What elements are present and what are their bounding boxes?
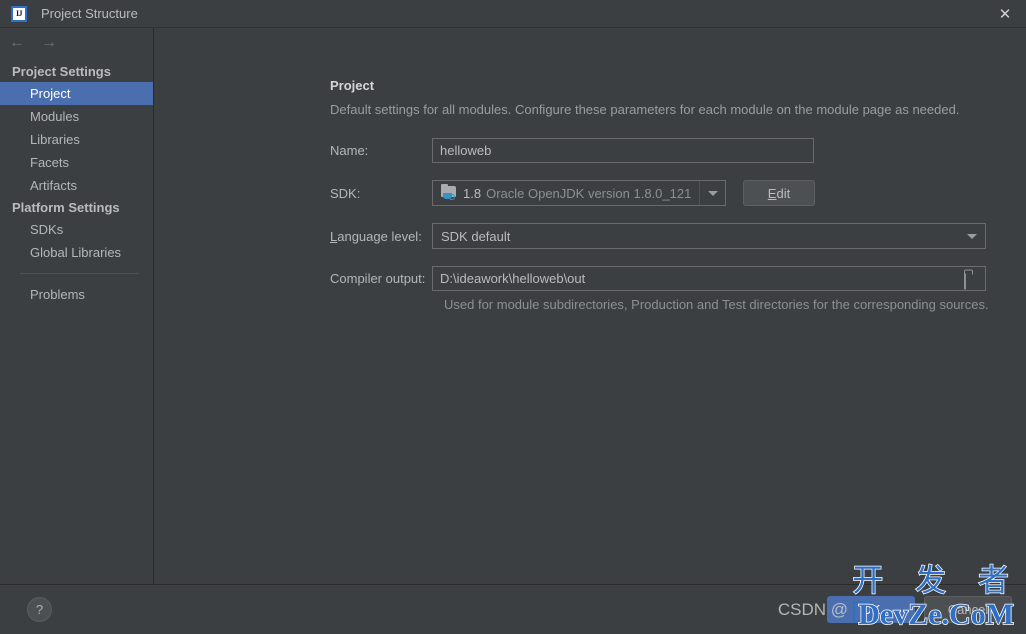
sdk-description-label: Oracle OpenJDK version 1.8.0_121 [486, 185, 692, 201]
sidebar-item-libraries[interactable]: Libraries [0, 128, 153, 151]
sidebar-item-facets[interactable]: Facets [0, 151, 153, 174]
project-settings-panel: Project Default settings for all modules… [154, 78, 1026, 312]
project-sdk-label: SDK: [330, 185, 361, 201]
compiler-output-input[interactable]: D:\ideawork\helloweb\out [432, 266, 986, 291]
language-level-label-rest: anguage level: [337, 228, 422, 244]
edit-button-mnemonic: E [767, 185, 777, 201]
help-button[interactable]: ? [27, 597, 52, 622]
sidebar-item-project[interactable]: Project [0, 82, 153, 105]
ok-button[interactable]: OK [827, 596, 915, 623]
sidebar-list: Project Settings Project Modules Librari… [0, 58, 153, 306]
page-description: Default settings for all modules. Config… [330, 102, 960, 117]
sidebar-item-sdks[interactable]: SDKs [0, 218, 153, 241]
project-name-row: Name: helloweb [330, 138, 1026, 163]
close-icon[interactable]: ✕ [984, 0, 1026, 28]
compiler-output-row: Compiler output: D:\ideawork\helloweb\ou… [330, 266, 1026, 291]
intellij-idea-logo-icon: IJ [11, 5, 27, 22]
compiler-output-value: D:\ideawork\helloweb\out [440, 271, 586, 286]
chevron-down-icon[interactable] [959, 224, 985, 248]
compiler-output-hint: Used for module subdirectories, Producti… [444, 297, 989, 312]
sidebar-divider [20, 273, 139, 274]
project-name-input[interactable]: helloweb [432, 138, 814, 163]
page-title: Project [330, 78, 375, 93]
project-name-label: Name: [330, 143, 369, 158]
sidebar-item-problems[interactable]: Problems [0, 283, 153, 306]
language-level-combobox[interactable]: SDK default [432, 223, 986, 249]
sidebar-item-global-libraries[interactable]: Global Libraries [0, 241, 153, 264]
edit-button-label: dit [776, 185, 791, 201]
dialog-footer: ? OK Cancel [0, 584, 1026, 634]
dialog-body: ← → Project Settings Project Modules Lib… [0, 28, 1026, 584]
project-structure-dialog: IJ Project Structure ✕ ← → Project Setti… [0, 0, 1026, 634]
sidebar-section-project-settings: Project Settings [12, 64, 111, 79]
arrow-right-icon[interactable]: → [41, 35, 57, 51]
language-level-label: Language level: [330, 229, 432, 244]
language-level-value: SDK default [441, 228, 511, 244]
sidebar-section-platform-settings: Platform Settings [12, 200, 120, 215]
window-title: Project Structure [41, 6, 138, 21]
footer-button-group: OK Cancel [827, 596, 1012, 623]
cancel-button[interactable]: Cancel [924, 596, 1012, 623]
chevron-down-icon[interactable] [699, 181, 725, 205]
project-sdk-row: SDK: 1.8 Oracle OpenJDK version 1.8.0_12… [330, 180, 1026, 206]
logo-text: IJ [15, 9, 23, 18]
sdk-edit-button[interactable]: Edit [743, 180, 815, 206]
sdk-version-label: 1.8 [463, 185, 482, 201]
sidebar-item-modules[interactable]: Modules [0, 105, 153, 128]
settings-content: Project Default settings for all modules… [154, 28, 1026, 584]
folder-browse-icon[interactable] [964, 273, 978, 289]
compiler-output-label: Compiler output: [330, 271, 426, 286]
title-bar: IJ Project Structure ✕ [0, 0, 1026, 28]
jdk-icon [441, 183, 457, 201]
arrow-left-icon[interactable]: ← [9, 35, 25, 51]
navigation-arrows: ← → [0, 28, 153, 58]
sidebar-item-artifacts[interactable]: Artifacts [0, 174, 153, 197]
language-level-row: Language level: SDK default [330, 223, 1026, 249]
project-sdk-combobox[interactable]: 1.8 Oracle OpenJDK version 1.8.0_121 [432, 180, 726, 206]
settings-sidebar: ← → Project Settings Project Modules Lib… [0, 28, 154, 584]
